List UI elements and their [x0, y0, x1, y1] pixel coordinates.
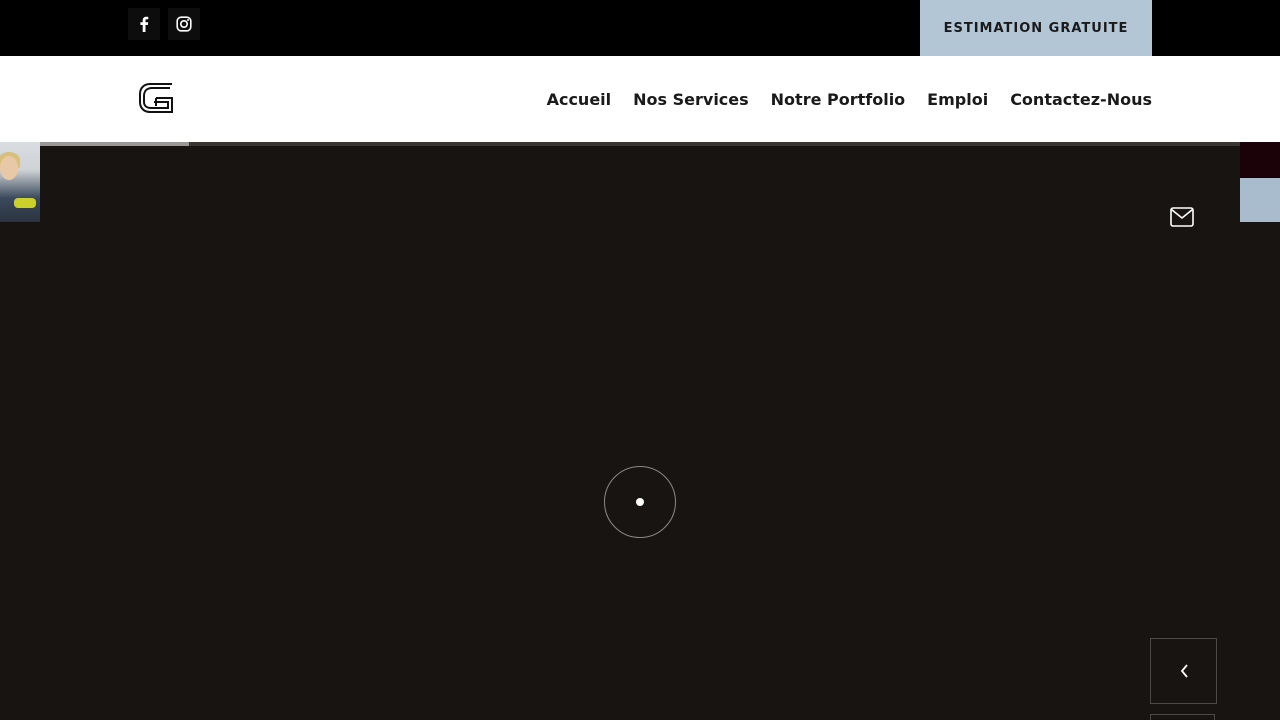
facebook-link[interactable] — [128, 8, 160, 40]
instagram-link[interactable] — [168, 8, 200, 40]
next-slide-thumbnail[interactable] — [1240, 142, 1280, 178]
next-slide-accent — [1240, 178, 1280, 222]
nav-item-contactez-nous[interactable]: Contactez-Nous — [1010, 90, 1152, 109]
nav-item-nos-services[interactable]: Nos Services — [633, 90, 749, 109]
main-nav: Accueil Nos Services Notre Portfolio Emp… — [547, 56, 1152, 142]
loading-dot — [636, 498, 644, 506]
site-header: Accueil Nos Services Notre Portfolio Emp… — [0, 56, 1280, 142]
slider-prev-button[interactable] — [1150, 638, 1217, 704]
nav-item-notre-portfolio[interactable]: Notre Portfolio — [771, 90, 906, 109]
top-bar: ESTIMATION GRATUITE — [0, 0, 1280, 56]
facebook-icon — [140, 16, 149, 32]
g-logo-icon[interactable] — [136, 78, 178, 120]
slider-next-button[interactable] — [1150, 714, 1215, 720]
chevron-left-icon — [1180, 664, 1188, 678]
thumbnail-face — [0, 156, 18, 180]
free-estimate-button[interactable]: ESTIMATION GRATUITE — [920, 0, 1152, 56]
instagram-icon — [176, 16, 192, 32]
mail-icon[interactable] — [1170, 207, 1194, 227]
nav-item-accueil[interactable]: Accueil — [547, 90, 612, 109]
slide-progress-track — [0, 142, 1280, 146]
nav-item-emploi[interactable]: Emploi — [927, 90, 988, 109]
previous-slide-thumbnail[interactable] — [0, 142, 40, 222]
loading-spinner — [604, 466, 676, 538]
thumbnail-glove — [14, 198, 36, 208]
hero-slider — [0, 142, 1280, 720]
